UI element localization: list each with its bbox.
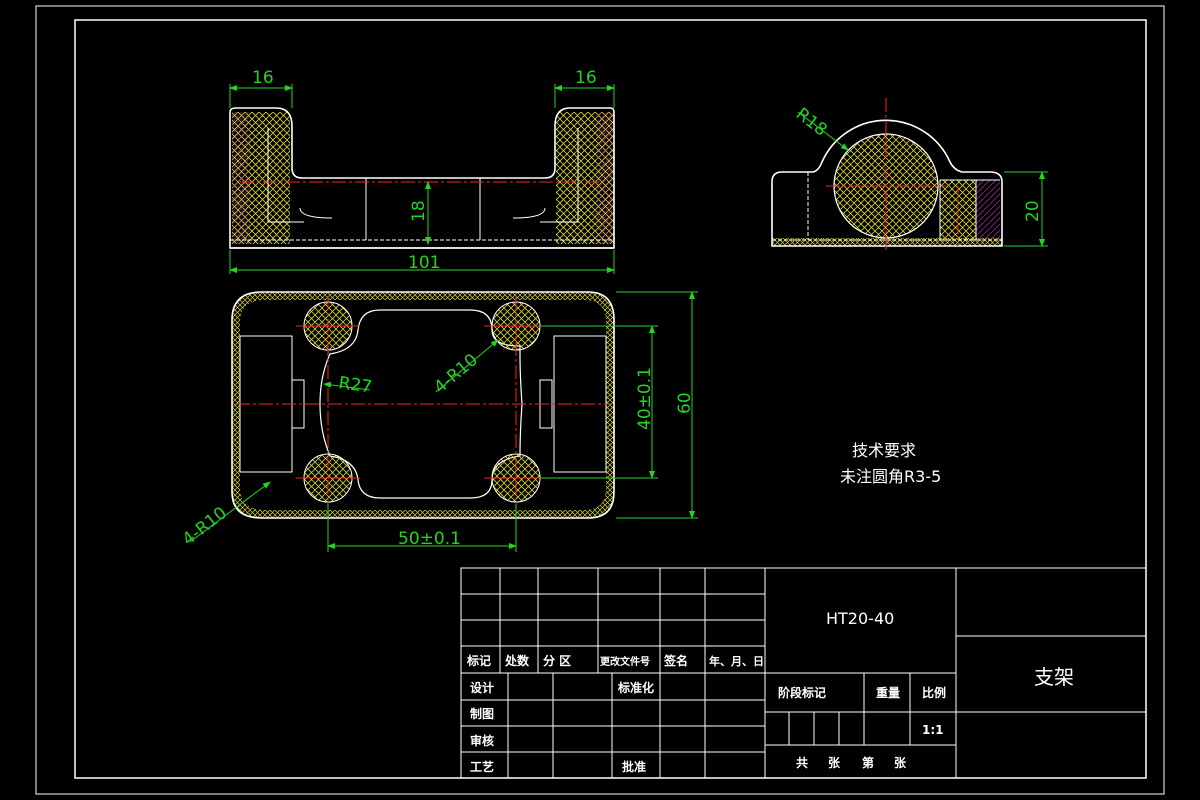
notes-title: 技术要求 [852, 441, 916, 460]
dim-right-width: 16 [575, 68, 597, 88]
stage-mark-label: 阶段标记 [778, 685, 826, 700]
side-view: R18 20 [771, 98, 1048, 252]
title-block-text: 标记 处数 分 区 更改文件号 签名 年、月、日 设计 标准化 制图 审核 工艺… [466, 609, 1074, 774]
rev-header-date: 年、月、日 [709, 654, 764, 668]
dim-hole-spacing-vertical: 40±0.1 [635, 367, 655, 430]
sheet-unit2-label: 张 [894, 755, 907, 770]
drawing-sheet: 16 16 18 101 R18 20 60 40±0.1 50±0.1 R27… [35, 5, 1165, 795]
row-standardize: 标准化 [617, 680, 654, 695]
dim-height: 18 [409, 200, 429, 222]
scale-label: 比例 [922, 685, 946, 700]
row-review: 审核 [470, 733, 494, 748]
dim-total-length: 101 [408, 253, 440, 273]
dim-left-width: 16 [252, 68, 274, 88]
rev-header-doc: 更改文件号 [600, 655, 650, 668]
technical-notes: 技术要求 未注圆角R3-5 [840, 441, 941, 486]
sheet-num-label: 第 [862, 755, 874, 770]
row-draw: 制图 [470, 706, 494, 721]
dim-side-radius: R18 [792, 104, 831, 140]
rev-header-zone: 分 区 [543, 653, 571, 668]
part-name: 支架 [1034, 665, 1074, 689]
row-approve: 批准 [622, 759, 646, 774]
rev-header-sign: 签名 [663, 653, 688, 668]
scale-value: 1:1 [922, 723, 944, 737]
material-label: HT20-40 [826, 609, 894, 628]
dim-side-height: 20 [1023, 200, 1043, 222]
rev-header-count: 处数 [504, 653, 530, 668]
top-view: 60 40±0.1 50±0.1 R27 4-R10 4-R10 [179, 291, 698, 552]
sheet-total-label: 共 [796, 755, 808, 770]
dim-hole-spacing-horizontal: 50±0.1 [398, 529, 461, 549]
notes-line1: 未注圆角R3-5 [840, 467, 941, 486]
rev-header-mark: 标记 [466, 653, 491, 668]
front-view: 16 16 18 101 [229, 68, 615, 274]
row-process: 工艺 [470, 759, 494, 774]
dim-corner-holes: 4-R10 [179, 503, 231, 550]
sheet-unit-label: 张 [828, 755, 841, 770]
dim-total-height: 60 [675, 392, 695, 414]
weight-label: 重量 [876, 685, 900, 700]
row-design: 设计 [470, 680, 494, 695]
